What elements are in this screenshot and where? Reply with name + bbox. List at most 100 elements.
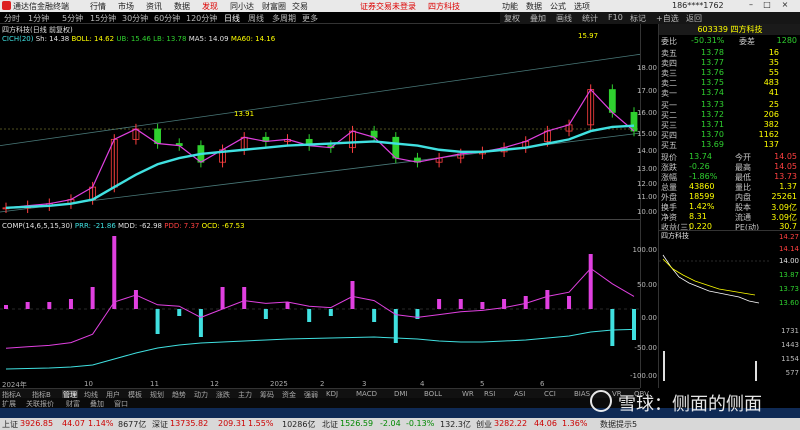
y-tick: 16.00 [636, 109, 657, 117]
mini-price-tick: 14.00 [778, 257, 799, 265]
minimize-icon[interactable]: – [744, 0, 758, 9]
adjust-button[interactable]: 复权 [504, 13, 520, 24]
indicator-tab[interactable]: KDJ [326, 390, 338, 398]
menu-item-function[interactable]: 功能 [502, 1, 518, 12]
overlay-button[interactable]: 叠加 [530, 13, 546, 24]
cy-label[interactable]: 创业 [476, 419, 492, 430]
period-tab-60min[interactable]: 60分钟 [154, 13, 180, 24]
quote-title: 603339 四方科技 [659, 24, 800, 35]
stat-value: 25261 [771, 192, 797, 201]
buy-row: 买二 13.72 206 [661, 110, 799, 120]
buy-row: 买四 13.70 1162 [661, 130, 799, 140]
sz-pct: 1.55% [248, 419, 274, 428]
indicator-tab[interactable]: RSI [484, 390, 495, 398]
menu-item-data2[interactable]: 数据 [526, 1, 542, 12]
stat-value: 14.05 [774, 162, 797, 171]
quote-panel: 603339 四方科技 委比 -50.31% 委差 1280 卖五 13.78 16… [658, 24, 800, 232]
x-tick: 5 [480, 380, 485, 388]
indicator-tab[interactable]: DMI [394, 390, 408, 398]
cy-change: 44.06 [534, 419, 557, 428]
header-stock-name: 四方科技 [428, 2, 460, 11]
indicator-pane[interactable]: COMP(14,6,5,15,30) PRR: -21.86 MDD: -62.… [0, 221, 640, 388]
indicator-tab[interactable]: WR [462, 390, 474, 398]
mini-price-tick: 13.87 [778, 271, 799, 279]
back-button[interactable]: 返回 [686, 13, 702, 24]
account-id[interactable]: 186****1762 [672, 1, 724, 10]
x-tick: 3 [362, 380, 367, 388]
indicator-bar [112, 236, 117, 309]
menu-item-options[interactable]: 选项 [574, 1, 590, 12]
stat-row: 涨幅 -1.86% 最低 13.73 [661, 172, 799, 182]
stat-value: 13.73 [774, 172, 797, 181]
buy-row: 买五 13.69 137 [661, 140, 799, 150]
indicator-tab[interactable]: ASI [514, 390, 525, 398]
sell-volume: 41 [768, 88, 779, 97]
bj-amount: 132.3亿 [440, 420, 471, 429]
period-tab-intraday[interactable]: 分时 [4, 13, 20, 24]
candle-body [154, 128, 161, 144]
sh-pct: 1.14% [88, 419, 114, 428]
statistics-button[interactable]: 统计 [582, 13, 598, 24]
indicator-tab[interactable]: MACD [356, 390, 377, 398]
buy-price: 13.73 [701, 100, 724, 109]
time-axis: 2024年 10 11 12 2025 2 3 4 5 6 [0, 380, 640, 389]
add-watchlist-button[interactable]: +自选 [656, 13, 679, 24]
bj-label[interactable]: 北证 [322, 419, 338, 430]
menu-item-wealth[interactable]: 财富圈 [262, 1, 286, 12]
menu-item-trade[interactable]: 交易 [292, 1, 308, 12]
stat-row: 外盘 18599 内盘 25261 [661, 192, 799, 202]
mark-button[interactable]: 标记 [630, 13, 646, 24]
y-tick: 100.00 [632, 246, 658, 254]
stat-value: 1.37 [779, 182, 797, 191]
indicator-bar [4, 305, 8, 309]
mini-price-tick: 14.27 [778, 233, 799, 241]
y-tick: -100.00 [629, 372, 657, 380]
y-tick: 14.00 [636, 147, 657, 155]
maximize-icon[interactable]: □ [760, 0, 774, 9]
period-tab-more[interactable]: 更多 [302, 13, 318, 24]
stat-row: 净资 8.31 流通 3.09亿 [661, 212, 799, 222]
indicator-bar [47, 302, 52, 309]
sh-label[interactable]: 上证 [2, 419, 18, 430]
x-tick: 2 [320, 380, 325, 388]
mini-vol-tick: 577 [785, 369, 799, 377]
draw-line-button[interactable]: 画线 [556, 13, 572, 24]
period-tab-daily[interactable]: 日线 [224, 13, 240, 24]
menu-item-market[interactable]: 市场 [118, 1, 134, 12]
weicha-label: 委差 [739, 37, 755, 46]
x-tick: 2025 [270, 380, 288, 388]
menu-item-data[interactable]: 数据 [174, 1, 190, 12]
indicator-tab[interactable]: BIAS [574, 390, 590, 398]
period-tab-weekly[interactable]: 周线 [248, 13, 264, 24]
sell-row: 卖五 13.78 16 [661, 48, 799, 58]
period-tab-30min[interactable]: 30分钟 [122, 13, 148, 24]
kline-chart-pane[interactable]: 四方科技(日线 前复权) CICH(20) Sh: 14.38 BOLL: 14… [0, 24, 640, 220]
menu-item-quotes[interactable]: 行情 [90, 1, 106, 12]
indicator-tab[interactable]: BOLL [424, 390, 442, 398]
menu-item-discover[interactable]: 发现 [202, 1, 218, 12]
sh-amount: 8677亿 [118, 420, 147, 429]
menu-item-formula[interactable]: 公式 [550, 1, 566, 12]
indicator-bar [263, 309, 268, 319]
indicator-tab[interactable]: CCI [544, 390, 556, 398]
menu-item-assistant[interactable]: 同小达 [230, 1, 254, 12]
sz-label[interactable]: 深证 [152, 419, 168, 430]
period-tab-1min[interactable]: 1分钟 [28, 13, 49, 24]
login-notice[interactable]: 证券交易未登录 [360, 1, 416, 12]
period-tab-15min[interactable]: 15分钟 [90, 13, 116, 24]
cy-pct: 1.36% [562, 419, 588, 428]
x-tick: 11 [150, 380, 159, 388]
news-ticker[interactable]: 数据提示5 [600, 419, 637, 430]
sz-amount: 10286亿 [282, 420, 316, 429]
period-tab-multi[interactable]: 多周期 [272, 13, 296, 24]
menu-item-news[interactable]: 资讯 [146, 1, 162, 12]
indicator-bar [545, 290, 550, 309]
app-logo [2, 1, 11, 10]
period-tab-120min[interactable]: 120分钟 [186, 13, 217, 24]
period-tab-5min[interactable]: 5分钟 [62, 13, 83, 24]
intraday-mini-chart[interactable]: 四方科技 14.27 14.14 14.00 13.87 13.73 13.60… [658, 230, 800, 388]
f10-button[interactable]: F10 [608, 13, 623, 22]
indicator-bar [25, 302, 30, 309]
bj-pct: -0.13% [406, 419, 435, 428]
close-icon[interactable]: × [778, 0, 792, 9]
